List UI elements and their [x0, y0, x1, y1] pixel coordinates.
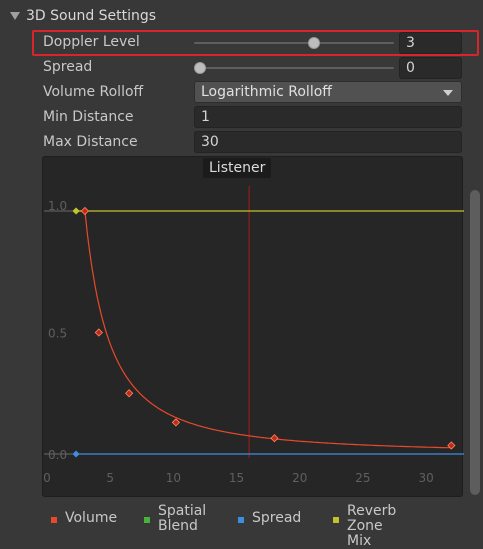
x-tick-label: 10 [166, 471, 181, 485]
legend-spatial-blend-label: Spatial Blend [158, 503, 207, 534]
series-line-volume [76, 210, 451, 449]
legend-swatch-spread [238, 517, 244, 523]
x-tick-label: 5 [106, 471, 114, 485]
data-point-volume [171, 418, 180, 427]
y-tick-label: 0.5 [48, 327, 67, 341]
data-point-volume [80, 206, 90, 216]
data-point-volume [270, 434, 279, 443]
x-tick-label: 20 [292, 471, 307, 485]
y-tick-label: 0.0 [48, 448, 67, 462]
rolloff-graph: 1.0 0.5 0.0 0 5 10 15 20 25 30 [43, 186, 464, 485]
data-point-volume [125, 389, 134, 398]
legend-volume-label: Volume [65, 510, 118, 526]
legend-reverb-zone-mix-label: Reverb Zone Mix [347, 503, 397, 549]
legend-swatch-reverb-zone-mix [333, 517, 339, 523]
legend-swatch-spatial-blend [144, 517, 150, 523]
x-tick-label: 15 [229, 471, 244, 485]
y-tick-label: 1.0 [48, 199, 67, 213]
data-point-spread [72, 450, 80, 458]
x-tick-label: 0 [43, 471, 51, 485]
legend-spread-label: Spread [252, 510, 302, 526]
data-point-volume [94, 328, 103, 337]
x-tick-label: 25 [355, 471, 370, 485]
legend-swatch-volume [51, 517, 57, 523]
vertical-scrollbar[interactable] [470, 190, 480, 495]
data-point-reverb-zone-mix [72, 207, 80, 215]
x-tick-label: 30 [418, 471, 433, 485]
